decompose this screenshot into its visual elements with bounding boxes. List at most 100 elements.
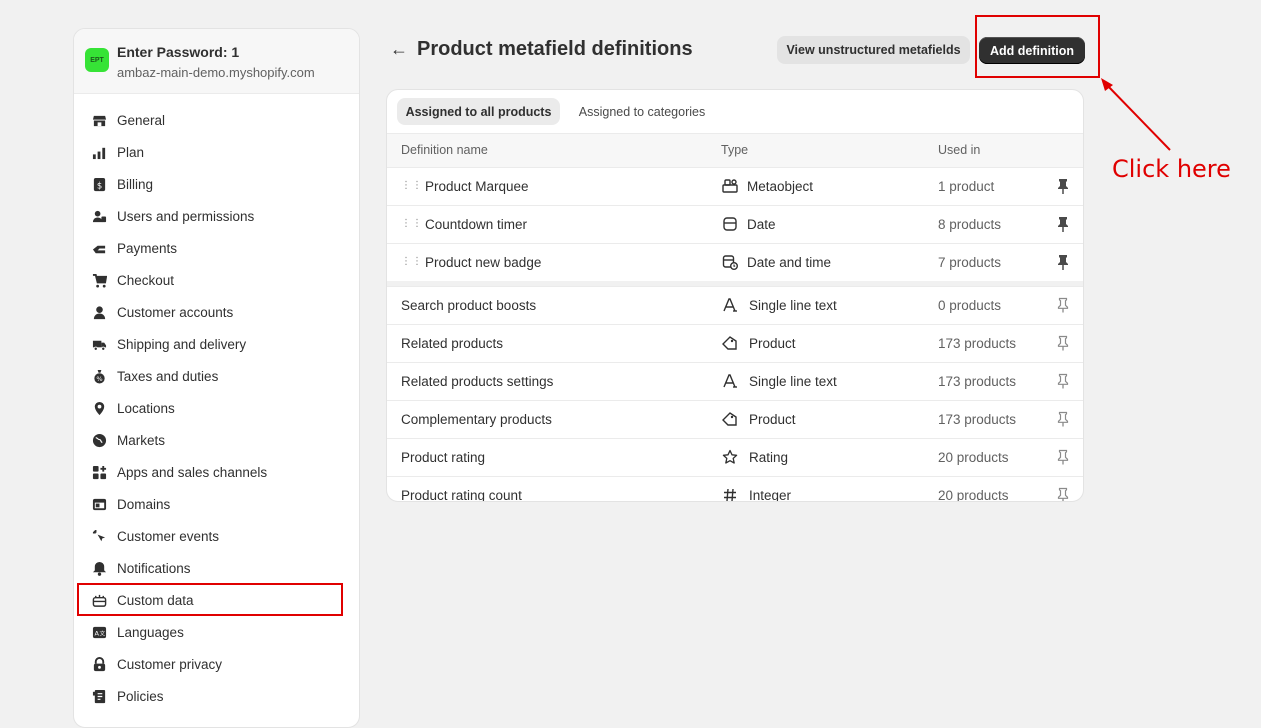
sidebar-item-label: General xyxy=(117,112,166,128)
svg-text:%: % xyxy=(96,375,102,383)
product-tag-icon xyxy=(722,335,738,351)
sidebar-item-taxes-and-duties[interactable]: % Taxes and duties xyxy=(74,360,359,392)
definition-name: Countdown timer xyxy=(425,217,528,232)
lock-icon xyxy=(91,656,107,672)
definition-name: Product rating xyxy=(401,450,486,465)
view-unstructured-metafields-button[interactable]: View unstructured metafields xyxy=(777,36,970,64)
table-row[interactable]: ⋮⋮ Countdown timer Date 8 products xyxy=(387,206,1083,244)
definition-name: Product Marquee xyxy=(425,179,529,194)
text-icon xyxy=(722,297,738,313)
store-name: Enter Password: 1 xyxy=(117,44,240,60)
definition-type: Single line text xyxy=(749,298,837,313)
definition-used-in: 1 product xyxy=(938,179,995,194)
settings-nav: General Plan $ Billing Users and permissions… xyxy=(74,104,359,712)
unpinned-rows: Search product boosts Single line text 0 p… xyxy=(387,287,1083,502)
sidebar-item-payments[interactable]: Payments xyxy=(74,232,359,264)
languages-icon: A文 xyxy=(91,624,107,640)
table-row[interactable]: Related products Product 173 products xyxy=(387,325,1083,363)
table-row[interactable]: Search product boosts Single line text 0 p… xyxy=(387,287,1083,325)
metaobject-icon xyxy=(722,178,738,194)
drag-handle-icon[interactable]: ⋮⋮ xyxy=(401,180,422,192)
sidebar-item-plan[interactable]: Plan xyxy=(74,136,359,168)
tabs: Assigned to all products Assigned to cat… xyxy=(387,90,1083,134)
sidebar-item-label: Notifications xyxy=(117,560,191,576)
definition-name: Complementary products xyxy=(401,412,552,427)
table-row[interactable]: Product rating Rating 20 products xyxy=(387,439,1083,477)
sidebar-item-notifications[interactable]: Notifications xyxy=(74,552,359,584)
pin-icon[interactable] xyxy=(1056,373,1072,389)
definitions-card: Assigned to all products Assigned to cat… xyxy=(386,89,1084,502)
settings-sidebar: EPT Enter Password: 1 ambaz-main-demo.my… xyxy=(73,28,360,728)
sidebar-item-customer-events[interactable]: Customer events xyxy=(74,520,359,552)
add-definition-button[interactable]: Add definition xyxy=(979,37,1085,64)
star-icon xyxy=(722,449,738,465)
pin-icon[interactable] xyxy=(1056,297,1072,313)
definition-type: Product xyxy=(749,412,796,427)
sidebar-item-billing[interactable]: $ Billing xyxy=(74,168,359,200)
sidebar-item-shipping-and-delivery[interactable]: Shipping and delivery xyxy=(74,328,359,360)
definition-name: Product new badge xyxy=(425,255,542,270)
pin-filled-icon[interactable] xyxy=(1056,216,1072,232)
column-definition-name: Definition name xyxy=(401,143,488,157)
table-row[interactable]: Related products settings Single line tex… xyxy=(387,363,1083,401)
store-header[interactable]: EPT Enter Password: 1 ambaz-main-demo.my… xyxy=(74,29,359,94)
table-row[interactable]: ⋮⋮ Product new badge Date and time 7 produc… xyxy=(387,244,1083,281)
globe-icon xyxy=(91,432,107,448)
column-type: Type xyxy=(721,143,749,157)
page-title: Product metafield definitions xyxy=(417,38,693,60)
sidebar-item-label: Locations xyxy=(117,400,175,416)
table-row[interactable]: Complementary products Product 173 product… xyxy=(387,401,1083,439)
sidebar-item-markets[interactable]: Markets xyxy=(74,424,359,456)
sidebar-item-label: Markets xyxy=(117,432,166,448)
sidebar-item-label: Custom data xyxy=(117,592,194,608)
sidebar-item-locations[interactable]: Locations xyxy=(74,392,359,424)
pin-filled-icon[interactable] xyxy=(1056,254,1072,270)
definition-type: Rating xyxy=(749,450,789,465)
sidebar-item-users-and-permissions[interactable]: Users and permissions xyxy=(74,200,359,232)
definition-name: Product rating count xyxy=(401,488,522,502)
apps-icon xyxy=(91,464,107,480)
sidebar-item-label: Taxes and duties xyxy=(117,368,219,384)
sidebar-item-apps-and-sales-channels[interactable]: Apps and sales channels xyxy=(74,456,359,488)
sidebar-item-languages[interactable]: A 文 Languages xyxy=(74,616,359,648)
pin-icon[interactable] xyxy=(1056,411,1072,427)
definition-type: Product xyxy=(749,336,796,351)
sidebar-item-label: Checkout xyxy=(117,272,175,288)
tab-assigned-to-categories[interactable]: Assigned to categories xyxy=(567,98,717,125)
sidebar-item-customer-accounts[interactable]: Customer accounts xyxy=(74,296,359,328)
pin-icon[interactable] xyxy=(1056,449,1072,465)
cart-icon xyxy=(91,272,107,288)
drag-handle-icon[interactable]: ⋮⋮ xyxy=(401,256,422,268)
pinned-rows: ⋮⋮ Product Marquee Metaobject 1 product ⋮⋮ Co… xyxy=(387,168,1083,281)
calendar-clock-icon xyxy=(722,254,738,270)
definition-used-in: 173 products xyxy=(938,336,1017,351)
definition-name: Related products xyxy=(401,336,504,351)
sidebar-item-label: Customer privacy xyxy=(117,656,223,672)
sidebar-item-policies[interactable]: Policies xyxy=(74,680,359,712)
sidebar-item-checkout[interactable]: Checkout xyxy=(74,264,359,296)
location-icon xyxy=(91,400,107,416)
svg-text:文: 文 xyxy=(99,629,105,637)
table-row[interactable]: ⋮⋮ Product Marquee Metaobject 1 product xyxy=(387,168,1083,206)
bell-icon xyxy=(91,560,107,576)
definition-name: Related products settings xyxy=(401,374,554,389)
pin-icon[interactable] xyxy=(1056,335,1072,351)
table-row[interactable]: Product rating count Integer 20 products xyxy=(387,477,1083,502)
sidebar-item-domains[interactable]: Domains xyxy=(74,488,359,520)
sidebar-item-label: Policies xyxy=(117,688,164,704)
definition-used-in: 8 products xyxy=(938,217,1002,232)
annotation-text: Click here xyxy=(1112,155,1231,183)
pin-icon[interactable] xyxy=(1056,487,1072,501)
tab-assigned-to-all-products[interactable]: Assigned to all products xyxy=(397,98,560,125)
back-button[interactable]: ← xyxy=(389,39,409,59)
sidebar-item-general[interactable]: General xyxy=(74,104,359,136)
sidebar-item-custom-data[interactable]: Custom data xyxy=(74,584,359,616)
drag-handle-icon[interactable]: ⋮⋮ xyxy=(401,218,422,230)
sidebar-item-label: Domains xyxy=(117,496,171,512)
sidebar-item-customer-privacy[interactable]: Customer privacy xyxy=(74,648,359,680)
pin-filled-icon[interactable] xyxy=(1056,178,1072,194)
sidebar-item-label: Languages xyxy=(117,624,184,640)
table-header: Definition name Type Used in xyxy=(387,134,1083,168)
definition-name: Search product boosts xyxy=(401,298,537,313)
column-used-in: Used in xyxy=(938,143,981,157)
